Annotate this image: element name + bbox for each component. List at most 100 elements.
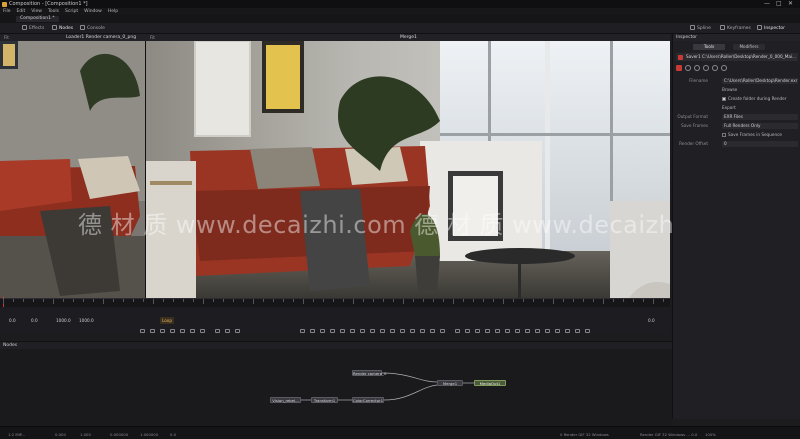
audio-tab-icon[interactable] xyxy=(694,65,700,71)
menu-view[interactable]: View xyxy=(31,9,42,14)
console-button[interactable]: Console xyxy=(80,25,105,32)
tool-icon[interactable] xyxy=(575,329,580,333)
menu-tools[interactable]: Tools xyxy=(48,9,59,14)
tool-icon[interactable] xyxy=(505,329,510,333)
render-end-field[interactable]: 1000.0 xyxy=(79,318,94,324)
node-color-corrector[interactable]: ColorCorrector1 xyxy=(352,397,384,403)
param-checkbox[interactable]: Save Frames in Sequence xyxy=(722,131,782,138)
tool-icon[interactable] xyxy=(160,329,165,333)
node-editor[interactable]: Render camera_0 Merge1 MediaOut1 Vision_… xyxy=(0,349,672,426)
param-button[interactable]: Export xyxy=(722,104,736,111)
tab-tools[interactable]: Tools xyxy=(693,44,725,50)
param-checkbox[interactable]: Create folder during Render xyxy=(722,95,786,102)
param-value[interactable]: Full Renders Only xyxy=(722,122,798,129)
param-label: Render Offset xyxy=(679,141,708,146)
tool-icon[interactable] xyxy=(300,329,305,333)
viewer-right-zoom[interactable]: Fit xyxy=(150,34,155,41)
tool-icon[interactable] xyxy=(225,329,230,333)
ruler-tick xyxy=(343,299,344,302)
menu-window[interactable]: Window xyxy=(84,9,102,14)
tool-icon[interactable] xyxy=(535,329,540,333)
tool-icon[interactable] xyxy=(400,329,405,333)
tool-icon[interactable] xyxy=(330,329,335,333)
settings-tab-icon[interactable] xyxy=(703,65,709,71)
param-value[interactable]: C:\Users\Roller\Desktop\Render.exr xyxy=(722,77,798,84)
ruler-tick xyxy=(143,299,144,302)
tool-icon[interactable] xyxy=(515,329,520,333)
tool-icon[interactable] xyxy=(140,329,145,333)
viewer-left-zoom[interactable]: Fit xyxy=(4,34,9,41)
tool-icon[interactable] xyxy=(495,329,500,333)
file-tab-icon[interactable] xyxy=(676,65,682,71)
tool-icon[interactable] xyxy=(360,329,365,333)
effects-button[interactable]: Effects xyxy=(22,25,44,32)
tool-icon[interactable] xyxy=(350,329,355,333)
tool-icon[interactable] xyxy=(180,329,185,333)
tool-icon[interactable] xyxy=(440,329,445,333)
tool-icon[interactable] xyxy=(390,329,395,333)
tool-icon[interactable] xyxy=(310,329,315,333)
param-value[interactable]: EXR Files xyxy=(722,113,798,120)
node-vision-rebel[interactable]: Vision_rebel... xyxy=(270,397,301,403)
tool-icon[interactable] xyxy=(370,329,375,333)
tool-icon[interactable] xyxy=(190,329,195,333)
ruler-tick xyxy=(543,299,544,302)
start-frame-field[interactable]: 0.0 xyxy=(9,318,16,324)
tool-icon[interactable] xyxy=(565,329,570,333)
tool-icon[interactable] xyxy=(380,329,385,333)
format-tab-icon[interactable] xyxy=(685,65,691,71)
spline-label: Spline xyxy=(697,26,711,31)
tab-modifiers[interactable]: Modifiers xyxy=(733,44,765,50)
tool-icon[interactable] xyxy=(420,329,425,333)
info-tab-icon[interactable] xyxy=(712,65,718,71)
tool-icon[interactable] xyxy=(340,329,345,333)
render-start-field[interactable]: 1000.0 xyxy=(56,318,71,324)
tool-icon[interactable] xyxy=(455,329,460,333)
node-merge[interactable]: Merge1 xyxy=(437,380,463,386)
tool-icon[interactable] xyxy=(430,329,435,333)
close-button[interactable]: ✕ xyxy=(788,0,793,7)
ruler-tick xyxy=(373,299,374,302)
menu-file[interactable]: File xyxy=(3,9,11,14)
inspector-node-header[interactable]: Saver1 C:\Users\Roller\Desktop\Render_0_… xyxy=(676,53,798,61)
inspector-button[interactable]: Inspector xyxy=(757,25,785,32)
ruler-tick xyxy=(433,299,434,302)
tool-icon[interactable] xyxy=(215,329,220,333)
spline-button[interactable]: Spline xyxy=(690,25,711,32)
menu-edit[interactable]: Edit xyxy=(17,9,26,14)
loop-button[interactable]: Loop xyxy=(160,317,174,324)
param-button[interactable]: Browse xyxy=(722,86,737,93)
tool-icon[interactable] xyxy=(585,329,590,333)
keyframes-button[interactable]: Keyframes xyxy=(720,25,751,32)
time-ruler[interactable] xyxy=(0,297,670,308)
param-value[interactable]: 0 xyxy=(722,140,798,147)
tool-icon[interactable] xyxy=(555,329,560,333)
tool-icon[interactable] xyxy=(475,329,480,333)
tool-icon[interactable] xyxy=(320,329,325,333)
current-frame-field[interactable]: 0.0 xyxy=(31,318,38,324)
minimize-button[interactable]: — xyxy=(764,0,770,7)
nodes-button[interactable]: Nodes xyxy=(52,25,73,32)
tool-icon[interactable] xyxy=(545,329,550,333)
ruler-tick xyxy=(203,299,204,304)
menu-script[interactable]: Script xyxy=(65,9,78,14)
link-tab-icon[interactable] xyxy=(721,65,727,71)
node-media-out[interactable]: MediaOut1 xyxy=(474,380,506,386)
ruler-tick xyxy=(363,299,364,302)
node-transform[interactable]: Transform1 xyxy=(311,397,338,403)
composition-tab[interactable]: Composition1 * xyxy=(16,16,59,22)
menu-help[interactable]: Help xyxy=(108,9,118,14)
tool-icon[interactable] xyxy=(200,329,205,333)
tool-icon[interactable] xyxy=(235,329,240,333)
tool-icon[interactable] xyxy=(525,329,530,333)
end-frame-field[interactable]: 0.0 xyxy=(648,318,655,324)
tool-icon[interactable] xyxy=(465,329,470,333)
tool-icon[interactable] xyxy=(410,329,415,333)
maximize-button[interactable]: □ xyxy=(776,0,782,7)
tool-icon[interactable] xyxy=(485,329,490,333)
viewer-image[interactable] xyxy=(0,41,670,298)
tool-icon[interactable] xyxy=(150,329,155,333)
tool-icon[interactable] xyxy=(170,329,175,333)
node-render-camera[interactable]: Render camera_0 xyxy=(352,370,386,376)
ruler-tick xyxy=(393,299,394,302)
